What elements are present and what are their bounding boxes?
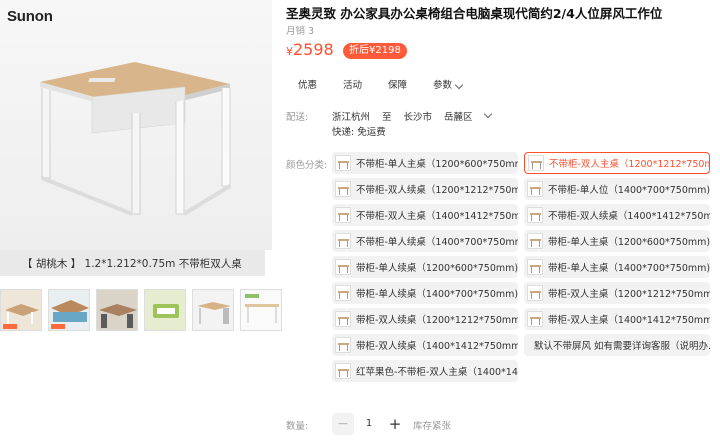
- option-thumbnail-icon: [527, 181, 543, 197]
- discount-badge: 折后¥2198: [343, 43, 407, 59]
- color-option-label: 不带柜-单人主桌（1200*600*750mm)...: [356, 159, 518, 170]
- express-fee: 快递: 免运费: [332, 127, 386, 138]
- tab-coupon[interactable]: 优惠: [288, 76, 328, 96]
- thumbnail-5[interactable]: [192, 289, 234, 331]
- option-thumbnail-icon: [335, 311, 351, 327]
- monthly-sales: 月销 3: [286, 26, 315, 37]
- color-option-label: 红苹果色-不带柜-双人主桌（1400*141...: [356, 367, 518, 378]
- color-option-label: 带柜-双人续桌（1200*1212*750mm): [356, 315, 518, 326]
- quantity-row: 数量: − 1 + 库存紧张: [286, 413, 586, 435]
- color-option[interactable]: 带柜-单人续桌（1400*700*750mm): [332, 282, 518, 304]
- color-option-label: 带柜-双人主桌（1200*1212*750mm): [548, 289, 710, 300]
- color-option-label: 带柜-单人续桌（1400*700*750mm): [356, 289, 518, 300]
- color-option-label: 带柜-单人主桌（1400*700*750mm): [548, 263, 710, 274]
- color-option-label: 不带柜-单人位（1400*700*750mm)...: [548, 185, 710, 196]
- shipping-route: 浙江杭州 至 长沙市 岳麓区: [332, 109, 492, 123]
- chevron-down-icon: [454, 80, 464, 89]
- thumbnail-2[interactable]: [48, 289, 90, 331]
- color-option[interactable]: 带柜-单人续桌（1200*600*750mm): [332, 256, 518, 278]
- color-option-label: 不带柜-双人续桌（1200*1212*750mm...: [356, 185, 518, 196]
- color-option-label: 带柜-单人主桌（1200*600*750mm): [548, 237, 710, 248]
- quantity-stepper: − 1 +: [332, 413, 406, 435]
- price: ¥2598: [286, 40, 334, 59]
- main-product-image[interactable]: Sunon: [0, 0, 272, 250]
- option-thumbnail-icon: [527, 207, 543, 223]
- ship-from: 浙江杭州: [332, 112, 371, 123]
- district-chevron-down-icon[interactable]: [483, 109, 492, 119]
- tab-params-label: 参数: [433, 80, 453, 91]
- option-thumbnail-icon: [335, 285, 351, 301]
- quantity-label: 数量:: [286, 421, 309, 432]
- ship-district[interactable]: 岳麓区: [444, 109, 473, 123]
- option-thumbnail-icon: [335, 207, 351, 223]
- tab-guarantee[interactable]: 保障: [378, 76, 418, 96]
- option-thumbnail-icon: [528, 155, 544, 171]
- color-option-label: 带柜-单人续桌（1200*600*750mm): [356, 263, 518, 274]
- product-info: 圣奥灵致 办公家具办公桌椅组合电脑桌现代简约2/4人位屏风工作位 月销 3 ¥2…: [286, 0, 720, 444]
- tab-params[interactable]: 参数: [423, 76, 473, 96]
- option-thumbnail-icon: [527, 259, 543, 275]
- color-option[interactable]: 红苹果色-不带柜-双人主桌（1400*141...: [332, 360, 518, 382]
- color-option-label: 默认不带屏风 如有需要详询客服（说明办...: [534, 341, 710, 352]
- color-option-label: 带柜-双人续桌（1400*1412*750mm)...: [356, 341, 518, 352]
- option-thumbnail-icon: [335, 363, 351, 379]
- color-option-label: 不带柜-单人续桌（1400*700*750mm...: [356, 237, 518, 248]
- option-thumbnail-icon: [335, 181, 351, 197]
- currency-symbol: ¥: [286, 45, 293, 58]
- color-option-label: 不带柜-双人主桌（1400*1412*750mm...: [356, 211, 518, 222]
- color-option[interactable]: 带柜-双人续桌（1400*1412*750mm)...: [332, 334, 518, 356]
- brand-logo: Sunon: [7, 8, 53, 25]
- option-thumbnail-icon: [527, 285, 543, 301]
- color-option[interactable]: 不带柜-单人续桌（1400*700*750mm...: [332, 230, 518, 252]
- option-thumbnail-icon: [527, 233, 543, 249]
- color-option[interactable]: 带柜-双人主桌（1400*1412*750mm): [524, 308, 710, 330]
- product-title: 圣奥灵致 办公家具办公桌椅组合电脑桌现代简约2/4人位屏风工作位: [286, 6, 663, 21]
- tab-activity[interactable]: 活动: [333, 76, 373, 96]
- stock-status: 库存紧张: [413, 421, 452, 432]
- option-thumbnail-icon: [527, 311, 543, 327]
- options-label: 颜色分类:: [286, 160, 328, 171]
- shipping-label: 配送:: [286, 112, 309, 123]
- color-option[interactable]: 不带柜-双人主桌（1400*1412*750mm...: [332, 204, 518, 226]
- color-option[interactable]: 不带柜-单人位（1400*700*750mm)...: [524, 178, 710, 200]
- color-option[interactable]: 不带柜-双人续桌（1400*1412*750mm...: [524, 204, 710, 226]
- option-thumbnail-icon: [335, 337, 351, 353]
- image-caption: 【 胡桃木 】 1.2*1.212*0.75m 不带柜双人桌: [0, 250, 265, 276]
- thumbnail-3[interactable]: [96, 289, 138, 331]
- option-thumbnail-icon: [335, 155, 351, 171]
- desk-illustration: [40, 62, 232, 216]
- option-thumbnail-icon: [335, 259, 351, 275]
- color-option[interactable]: 带柜-双人主桌（1200*1212*750mm): [524, 282, 710, 304]
- color-option[interactable]: 默认不带屏风 如有需要详询客服（说明办...: [524, 334, 710, 356]
- color-option[interactable]: 不带柜-单人主桌（1200*600*750mm)...: [332, 152, 518, 174]
- color-option[interactable]: 不带柜-双人续桌（1200*1212*750mm...: [332, 178, 518, 200]
- option-thumbnail-icon: [335, 233, 351, 249]
- product-gallery: Sunon 【 胡桃木 】 1.2*1.212*0.75m 不带柜双人桌: [0, 0, 282, 444]
- quantity-input[interactable]: 1: [354, 413, 384, 435]
- color-option[interactable]: 带柜-单人主桌（1400*700*750mm): [524, 256, 710, 278]
- thumbnail-strip: [0, 289, 282, 331]
- thumbnail-1[interactable]: [0, 289, 42, 331]
- thumbnail-4[interactable]: [144, 289, 186, 331]
- color-option[interactable]: 带柜-单人主桌（1200*600*750mm): [524, 230, 710, 252]
- price-value: 2598: [293, 40, 334, 59]
- color-option-label: 不带柜-双人续桌（1400*1412*750mm...: [548, 211, 710, 222]
- ship-city[interactable]: 长沙市: [404, 109, 433, 123]
- color-option[interactable]: 不带柜-双人主桌（1200*1212*750mm...: [524, 152, 710, 174]
- quantity-minus-button[interactable]: −: [332, 413, 354, 435]
- ship-to-word: 至: [382, 112, 392, 123]
- color-option-label: 带柜-双人主桌（1400*1412*750mm): [548, 315, 710, 326]
- thumbnail-6[interactable]: [240, 289, 282, 331]
- color-option[interactable]: 带柜-双人续桌（1200*1212*750mm): [332, 308, 518, 330]
- promo-tabs: 优惠 活动 保障 参数: [288, 76, 473, 96]
- color-option-label: 不带柜-双人主桌（1200*1212*750mm...: [549, 159, 709, 170]
- quantity-plus-button[interactable]: +: [384, 413, 406, 435]
